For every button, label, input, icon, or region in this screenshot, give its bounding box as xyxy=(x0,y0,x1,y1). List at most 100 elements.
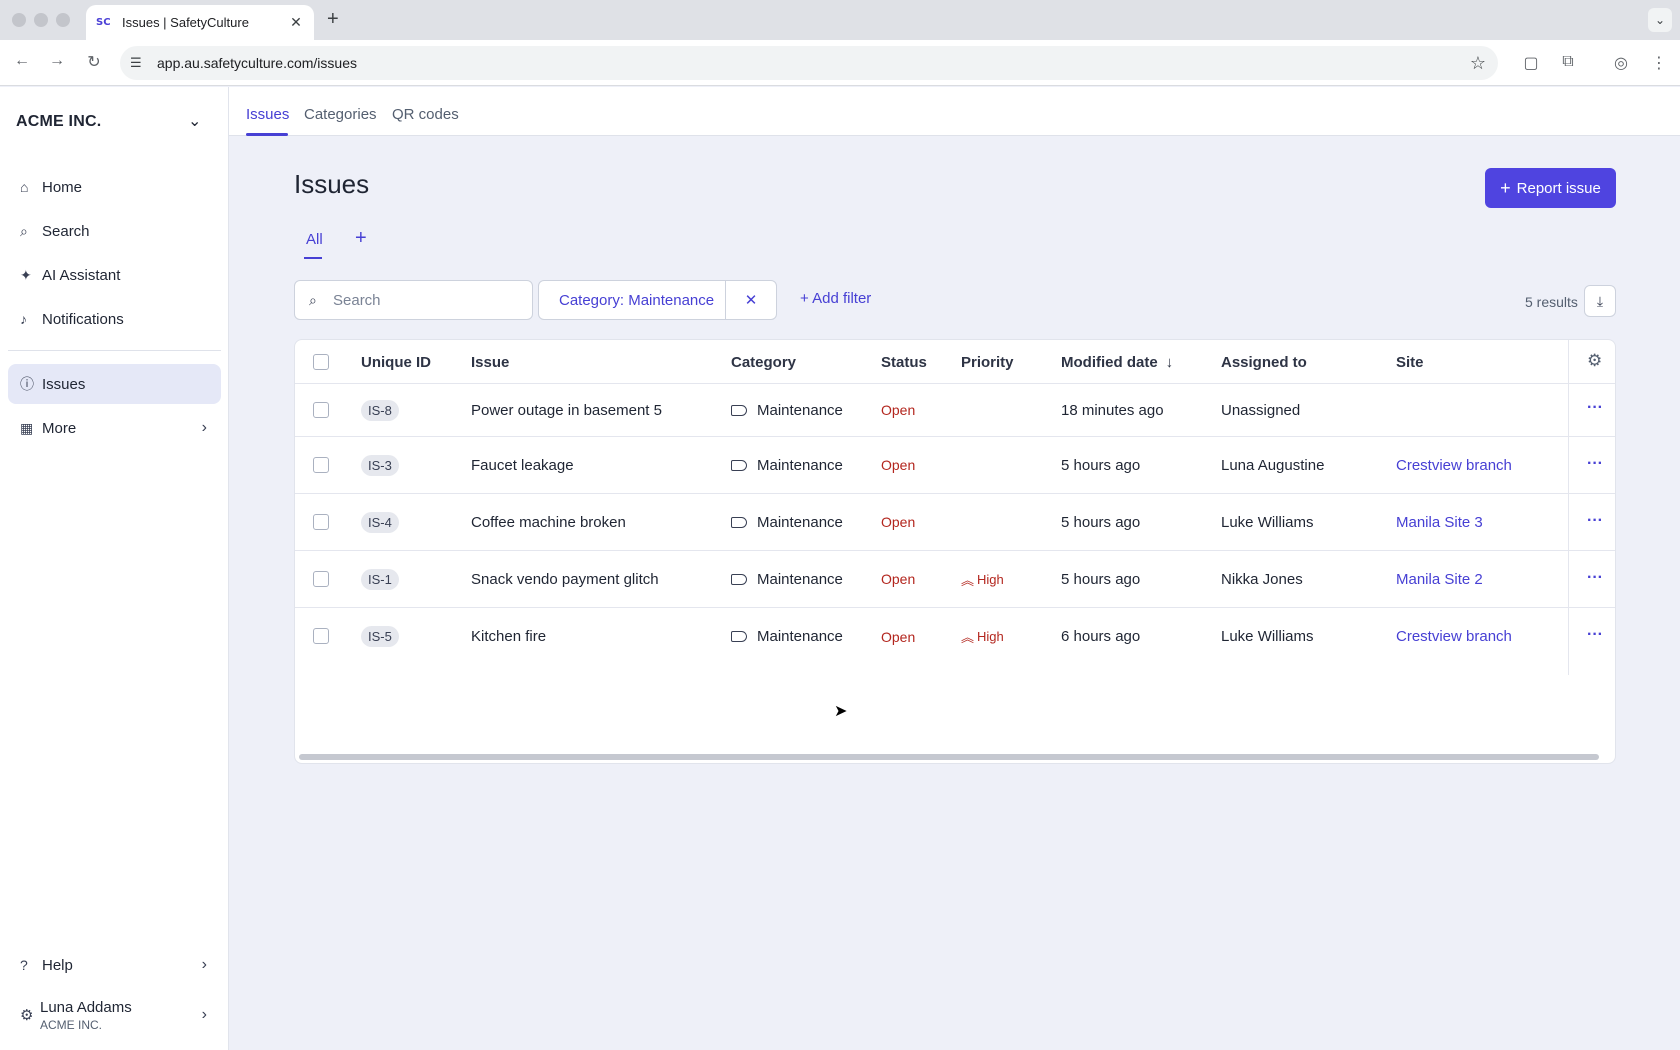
column-header-priority[interactable]: Priority xyxy=(961,340,1014,384)
category-filter-chip[interactable]: Category: Maintenance ✕ xyxy=(538,280,777,320)
category-cell: Maintenance xyxy=(731,608,843,665)
category-label: Maintenance xyxy=(757,570,843,588)
issue-id-badge: IS-1 xyxy=(361,568,399,590)
extensions-icon[interactable]: ⧉ xyxy=(1557,53,1579,71)
results-count: 5 results xyxy=(1525,294,1578,310)
table-row[interactable]: IS-8 Power outage in basement 5 Maintena… xyxy=(295,384,1615,437)
row-checkbox[interactable] xyxy=(313,571,329,587)
site-link[interactable]: Crestview branch xyxy=(1396,437,1512,493)
browser-tab[interactable]: SC Issues | SafetyCulture ✕ xyxy=(86,5,314,40)
row-checkbox[interactable] xyxy=(313,628,329,644)
column-header-category[interactable]: Category xyxy=(731,340,796,384)
user-menu[interactable]: ⚙ Luna Addams ACME INC. › xyxy=(8,990,221,1040)
assignee: Luke Williams xyxy=(1221,628,1314,645)
row-checkbox[interactable] xyxy=(313,457,329,473)
browser-toolbar: ← → ↻ ☰ app.au.safetyculture.com/issues … xyxy=(0,40,1680,86)
issue-id-badge: IS-4 xyxy=(361,511,399,533)
issue-title[interactable]: Kitchen fire xyxy=(471,608,546,665)
sidebar-item-ai-assistant[interactable]: ✦ AI Assistant xyxy=(8,255,221,295)
tab-search-icon[interactable]: ⌄ xyxy=(1648,8,1672,32)
sidebar-item-issues[interactable]: ⓘ Issues xyxy=(8,364,221,404)
sidebar-item-help[interactable]: ? Help › xyxy=(8,945,221,985)
sidebar-item-search[interactable]: ⌕ Search xyxy=(8,211,221,251)
search-placeholder: Search xyxy=(333,291,381,309)
window-close-dot[interactable] xyxy=(12,13,26,27)
sidebar-item-home[interactable]: ⌂ Home xyxy=(8,167,221,207)
more-actions-icon[interactable]: ··· xyxy=(1587,512,1603,530)
chevron-right-icon: › xyxy=(201,419,207,436)
select-all-checkbox[interactable] xyxy=(313,354,329,370)
search-input[interactable]: ⌕ Search xyxy=(294,280,533,320)
add-filter-button[interactable]: + Add filter xyxy=(800,290,871,307)
issue-title[interactable]: Faucet leakage xyxy=(471,437,574,493)
sort-descending-icon: ↓ xyxy=(1165,353,1174,371)
issue-title[interactable]: Snack vendo payment glitch xyxy=(471,551,659,607)
category-label: Maintenance xyxy=(757,456,843,474)
row-checkbox[interactable] xyxy=(313,514,329,530)
window-zoom-dot[interactable] xyxy=(56,13,70,27)
sidebar-item-label: Home xyxy=(42,178,83,196)
active-tab-indicator xyxy=(246,133,288,136)
site-link[interactable]: Manila Site 3 xyxy=(1396,494,1483,550)
profile-icon[interactable]: ◎ xyxy=(1610,53,1632,73)
issue-id-badge: IS-8 xyxy=(361,399,399,421)
tab-qr-codes[interactable]: QR codes xyxy=(392,106,459,123)
chevron-right-icon: › xyxy=(201,956,207,973)
download-icon[interactable]: ⤓ xyxy=(1584,285,1616,317)
tab-issues[interactable]: Issues xyxy=(246,106,289,123)
issue-title[interactable]: Power outage in basement 5 xyxy=(471,384,662,436)
chevron-down-icon[interactable]: ⌄ xyxy=(188,111,201,131)
tab-categories[interactable]: Categories xyxy=(304,106,377,123)
table-row[interactable]: IS-4 Coffee machine broken Maintenance O… xyxy=(295,494,1615,551)
status-badge: Open xyxy=(881,402,916,418)
site-link[interactable]: Crestview branch xyxy=(1396,608,1512,665)
table-row[interactable]: IS-5 Kitchen fire Maintenance Open ︽ High… xyxy=(295,608,1615,665)
filter-chip-label[interactable]: Category: Maintenance xyxy=(559,292,725,309)
table-row[interactable]: IS-3 Faucet leakage Maintenance Open 5 h… xyxy=(295,437,1615,494)
more-actions-icon[interactable]: ··· xyxy=(1587,455,1603,473)
site-settings-icon[interactable]: ☰ xyxy=(130,55,150,71)
column-header-assigned-to[interactable]: Assigned to xyxy=(1221,340,1307,384)
column-header-issue[interactable]: Issue xyxy=(471,340,509,384)
column-header-modified-date[interactable]: Modified date ↓ xyxy=(1061,340,1173,384)
table-row[interactable]: IS-1 Snack vendo payment glitch Maintena… xyxy=(295,551,1615,608)
double-chevron-up-icon: ︽ xyxy=(961,572,975,588)
clear-filter-icon[interactable]: ✕ xyxy=(726,291,776,309)
mouse-cursor-icon: ➤ xyxy=(834,703,848,720)
browser-menu-icon[interactable]: ⋮ xyxy=(1648,53,1670,73)
view-tab-all[interactable]: All xyxy=(306,231,323,248)
issue-icon: ⓘ xyxy=(20,376,34,392)
assignee: Nikka Jones xyxy=(1221,570,1303,588)
address-bar[interactable]: ☰ app.au.safetyculture.com/issues ☆ xyxy=(120,46,1498,80)
gear-icon[interactable]: ⚙ xyxy=(1587,351,1602,371)
sidebar-item-more[interactable]: ▦ More › xyxy=(8,408,221,448)
user-name: Luna Addams xyxy=(40,998,132,1016)
issue-title[interactable]: Coffee machine broken xyxy=(471,494,626,550)
new-tab-icon[interactable]: + xyxy=(327,8,339,31)
bookmark-star-icon[interactable]: ☆ xyxy=(1470,53,1486,74)
column-header-unique-id[interactable]: Unique ID xyxy=(361,340,431,384)
sidebar-item-notifications[interactable]: ♪ Notifications xyxy=(8,299,221,339)
add-view-button[interactable]: + xyxy=(355,227,367,250)
back-icon[interactable]: ← xyxy=(11,52,33,70)
site-link[interactable]: Manila Site 2 xyxy=(1396,551,1483,607)
user-info: Luna Addams ACME INC. xyxy=(40,999,132,1032)
org-name[interactable]: ACME INC. xyxy=(16,113,101,131)
window-minimize-dot[interactable] xyxy=(34,13,48,27)
url-text[interactable]: app.au.safetyculture.com/issues xyxy=(157,55,1470,71)
more-actions-icon[interactable]: ··· xyxy=(1587,399,1603,417)
status-badge: Open xyxy=(881,514,916,530)
screenshot-icon[interactable]: ▢ xyxy=(1520,53,1542,73)
assignee: Luna Augustine xyxy=(1221,456,1325,474)
more-actions-icon[interactable]: ··· xyxy=(1587,569,1603,587)
row-checkbox[interactable] xyxy=(313,402,329,418)
more-actions-icon[interactable]: ··· xyxy=(1587,626,1603,644)
column-header-status[interactable]: Status xyxy=(881,340,927,384)
close-tab-icon[interactable]: ✕ xyxy=(288,14,304,31)
reload-icon[interactable]: ↻ xyxy=(83,52,105,72)
column-header-site[interactable]: Site xyxy=(1396,340,1424,384)
category-cell: Maintenance xyxy=(731,437,843,493)
horizontal-scrollbar[interactable] xyxy=(299,754,1599,760)
forward-icon[interactable]: → xyxy=(46,52,68,70)
report-issue-button[interactable]: + Report issue xyxy=(1485,168,1616,208)
